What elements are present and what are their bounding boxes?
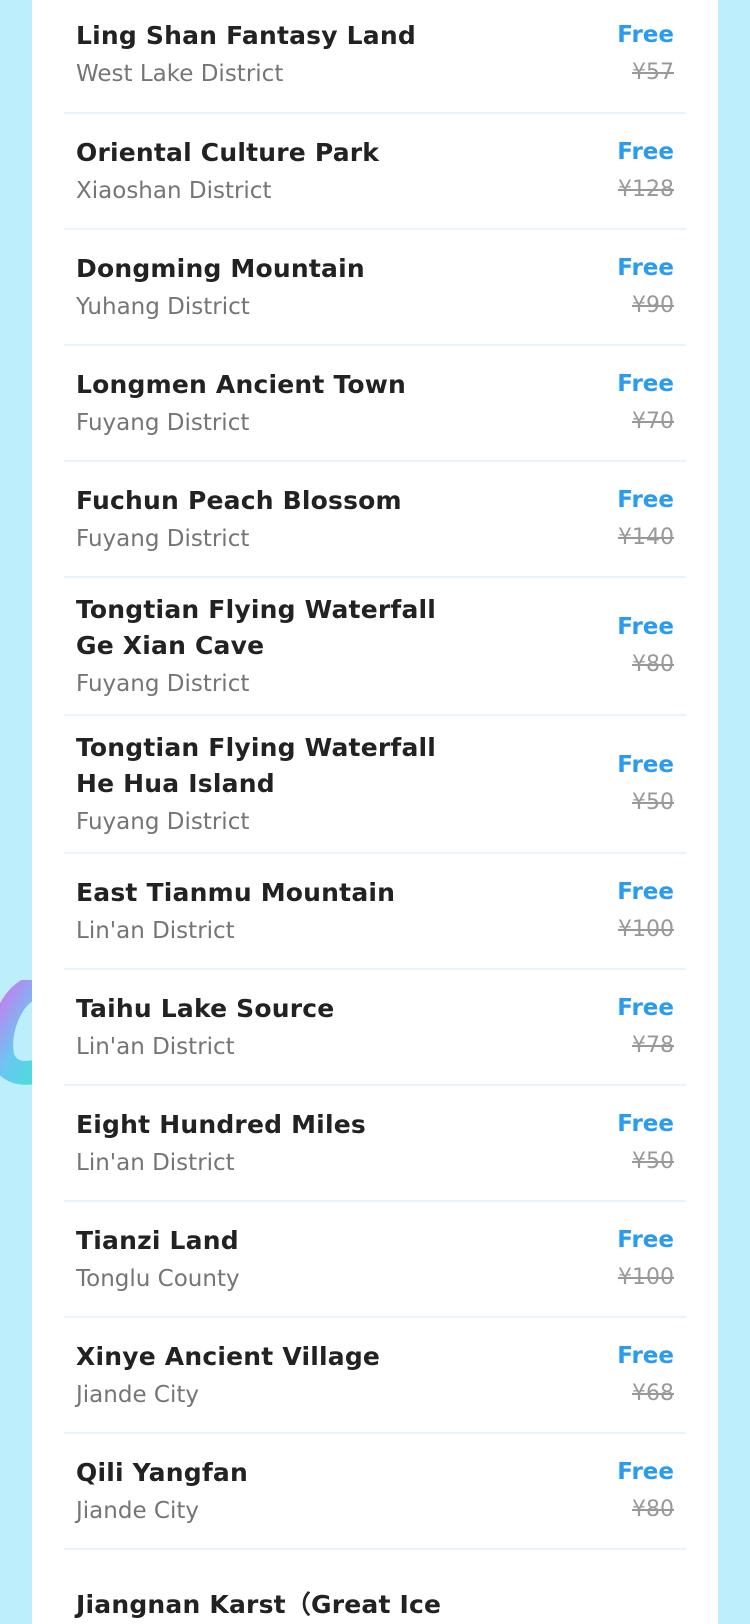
original-price: ¥70 [632,409,674,434]
price-label: Free [617,1227,674,1253]
price-block: Free ¥78 [617,992,674,1062]
attraction-name: East Tianmu Mountain [76,878,396,907]
item-info: Xinye Ancient Village Jiande City [76,1339,380,1411]
attraction-district: Lin'an District [76,1150,235,1176]
price-block: Free ¥50 [617,1108,674,1178]
list-item[interactable]: Xinye Ancient Village Jiande City Free ¥68 [64,1318,686,1434]
attraction-district: Fuyang District [76,410,250,436]
price-label: Free [617,22,674,48]
item-info: Tianzi Land Tonglu County [76,1223,240,1295]
attraction-name: Jiangnan Karst（Great Ice [76,1590,442,1619]
attraction-name: Longmen Ancient Town [76,370,407,399]
attraction-district: West Lake District [76,61,284,87]
price-label: Free [617,255,674,281]
attraction-name: Fuchun Peach Blossom [76,486,402,515]
attraction-name: Tongtian Flying Waterfall He Hua Island [76,733,437,798]
original-price: ¥100 [618,1265,674,1290]
list-item[interactable]: Tongtian Flying Waterfall Ge Xian Cave Fu… [64,578,686,716]
attraction-name: Taihu Lake Source [76,994,335,1023]
item-info: Taihu Lake Source Lin'an District [76,991,334,1063]
original-price: ¥140 [618,525,674,550]
price-block: Free ¥140 [617,484,674,554]
item-info: Fuchun Peach Blossom Fuyang District [76,483,402,555]
price-block: Free ¥128 [617,136,674,206]
list-item[interactable]: Fuchun Peach Blossom Fuyang District Free ¥… [64,462,686,578]
attraction-district: Jiande City [76,1498,199,1524]
list-item[interactable]: Tongtian Flying Waterfall He Hua Island F… [64,716,686,854]
attraction-name: Qili Yangfan [76,1458,248,1487]
list-item[interactable]: Qili Yangfan Jiande City Free ¥80 [64,1434,686,1550]
original-price: ¥50 [632,1149,674,1174]
attraction-name: Oriental Culture Park [76,138,380,167]
price-block: Free ¥68 [617,1340,674,1410]
original-price: ¥68 [632,1381,674,1406]
original-price: ¥100 [618,917,674,942]
price-label: Free [617,371,674,397]
price-block: Free ¥80 [617,1456,674,1526]
list-item[interactable]: Oriental Culture Park Xiaoshan District Fr… [64,114,686,230]
original-price: ¥128 [618,177,674,202]
original-price: ¥78 [632,1033,674,1058]
price-block: Free ¥50 [617,749,674,819]
price-block: Free ¥80 [617,611,674,681]
list-item[interactable]: East Tianmu Mountain Lin'an District Free ¥… [64,854,686,970]
item-info: Tongtian Flying Waterfall Ge Xian Cave Fu… [76,592,476,700]
attraction-name: Dongming Mountain [76,254,365,283]
price-label: Free [617,1111,674,1137]
price-block: Free ¥90 [617,252,674,322]
price-block: Free ¥57 [617,19,674,89]
price-label: Free [617,614,674,640]
item-info: Tongtian Flying Waterfall He Hua Island F… [76,730,476,838]
original-price: ¥80 [632,652,674,677]
price-label: Free [617,752,674,778]
attractions-list: Ling Shan Fantasy Land West Lake District… [64,0,686,1624]
list-item[interactable]: Taihu Lake Source Lin'an District Free ¥78 [64,970,686,1086]
original-price: ¥57 [632,60,674,85]
attraction-name: Eight Hundred Miles [76,1110,366,1139]
item-info: Longmen Ancient Town Fuyang District [76,367,406,439]
item-info: Oriental Culture Park Xiaoshan District [76,135,379,207]
list-item[interactable]: Dongming Mountain Yuhang District Free ¥90 [64,230,686,346]
price-label: Free [617,995,674,1021]
attraction-district: Jiande City [76,1382,199,1408]
list-item[interactable]: Tianzi Land Tonglu County Free ¥100 [64,1202,686,1318]
original-price: ¥50 [632,790,674,815]
attraction-name: Xinye Ancient Village [76,1342,381,1371]
list-item[interactable]: Ling Shan Fantasy Land West Lake District… [64,0,686,114]
price-label: Free [617,1343,674,1369]
attraction-district: Fuyang District [76,671,250,697]
attraction-district: Yuhang District [76,294,250,320]
attraction-district: Fuyang District [76,526,250,552]
attraction-name: Tongtian Flying Waterfall Ge Xian Cave [76,595,437,660]
price-label: Free [617,139,674,165]
attraction-name: Ling Shan Fantasy Land [76,21,416,50]
price-block: Free ¥100 [617,876,674,946]
attraction-district: Lin'an District [76,918,235,944]
attractions-card: Ling Shan Fantasy Land West Lake District… [32,0,718,1624]
price-label: Free [617,879,674,905]
item-info: Dongming Mountain Yuhang District [76,251,365,323]
list-item[interactable]: Jiangnan Karst（Great Ice [64,1550,686,1624]
price-block: Free ¥70 [617,368,674,438]
original-price: ¥80 [632,1497,674,1522]
attraction-name: Tianzi Land [76,1226,239,1255]
attraction-district: Lin'an District [76,1034,235,1060]
attraction-district: Fuyang District [76,809,250,835]
attraction-district: Tonglu County [76,1266,240,1292]
item-info: Jiangnan Karst（Great Ice [76,1587,441,1624]
attraction-district: Xiaoshan District [76,178,272,204]
item-info: Eight Hundred Miles Lin'an District [76,1107,366,1179]
item-info: East Tianmu Mountain Lin'an District [76,875,395,947]
price-label: Free [617,1459,674,1485]
price-block: Free ¥100 [617,1224,674,1294]
price-label: Free [617,487,674,513]
list-item[interactable]: Eight Hundred Miles Lin'an District Free ¥5… [64,1086,686,1202]
item-info: Qili Yangfan Jiande City [76,1455,248,1527]
original-price: ¥90 [632,293,674,318]
list-item[interactable]: Longmen Ancient Town Fuyang District Free ¥… [64,346,686,462]
item-info: Ling Shan Fantasy Land West Lake District [76,18,416,90]
